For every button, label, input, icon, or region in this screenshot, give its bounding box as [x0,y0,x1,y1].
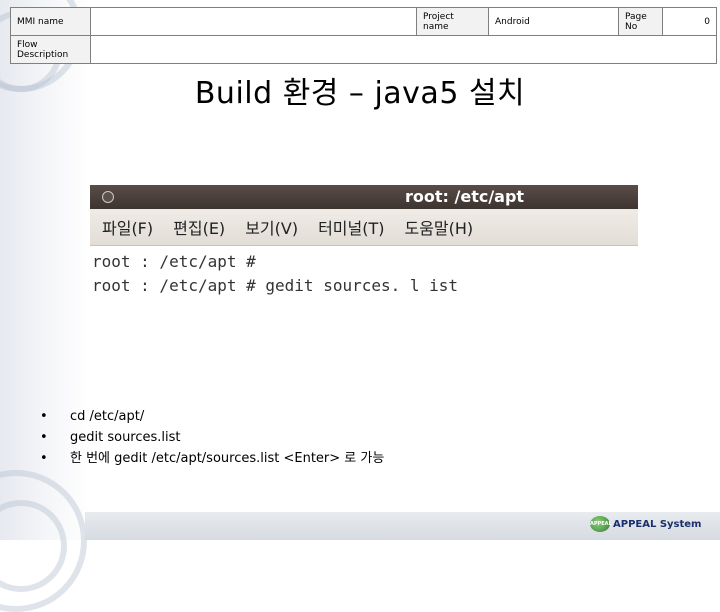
terminal-screenshot: root: /etc/apt 파일(F) 편집(E) 보기(V) 터미널(T) … [90,185,638,305]
menu-item-file[interactable]: 파일(F) [102,215,153,239]
appeal-logo: APPEAL APPEAL System [590,516,701,532]
menu-item-view[interactable]: 보기(V) [245,215,298,239]
menu-item-terminal[interactable]: 터미널(T) [318,215,384,239]
terminal-line: root : /etc/apt # gedit sources. l ist [92,276,459,295]
circle-button-icon[interactable] [102,191,114,203]
terminal-titlebar: root: /etc/apt [90,185,638,209]
list-item: • cd /etc/apt/ [40,406,384,427]
bullet-icon: • [40,409,48,424]
bullet-icon: • [40,430,48,445]
slide-header-table: MMI name Project name Android Page No 0 … [10,7,717,64]
menu-item-help[interactable]: 도움말(H) [404,215,473,239]
menu-item-edit[interactable]: 편집(E) [173,215,225,239]
terminal-body[interactable]: root : /etc/apt # root : /etc/apt # gedi… [90,246,638,302]
terminal-title: root: /etc/apt [405,187,525,206]
appeal-logo-icon: APPEAL [590,516,612,532]
terminal-menubar: 파일(F) 편집(E) 보기(V) 터미널(T) 도움말(H) [90,209,638,246]
terminal-line: root : /etc/apt # [92,252,256,271]
flow-description-value [90,35,717,64]
project-name-value: Android [488,7,619,36]
mmi-name-value [90,7,417,36]
page-no-label: Page No [618,7,663,36]
bullet-icon: • [40,451,48,466]
bullet-list: • cd /etc/apt/ • gedit sources.list • 한 번에 … [40,406,384,469]
list-item: • gedit sources.list [40,427,384,448]
project-name-label: Project name [416,7,489,36]
page-no-value: 0 [662,7,717,36]
slide-title: Build 환경 – java5 설치 [194,76,526,111]
mmi-name-label: MMI name [10,7,91,36]
list-item: • 한 번에 gedit /etc/apt/sources.list <Enter… [40,448,384,469]
brand-name: APPEAL System [613,518,702,530]
flow-description-label: Flow Description [10,35,91,64]
